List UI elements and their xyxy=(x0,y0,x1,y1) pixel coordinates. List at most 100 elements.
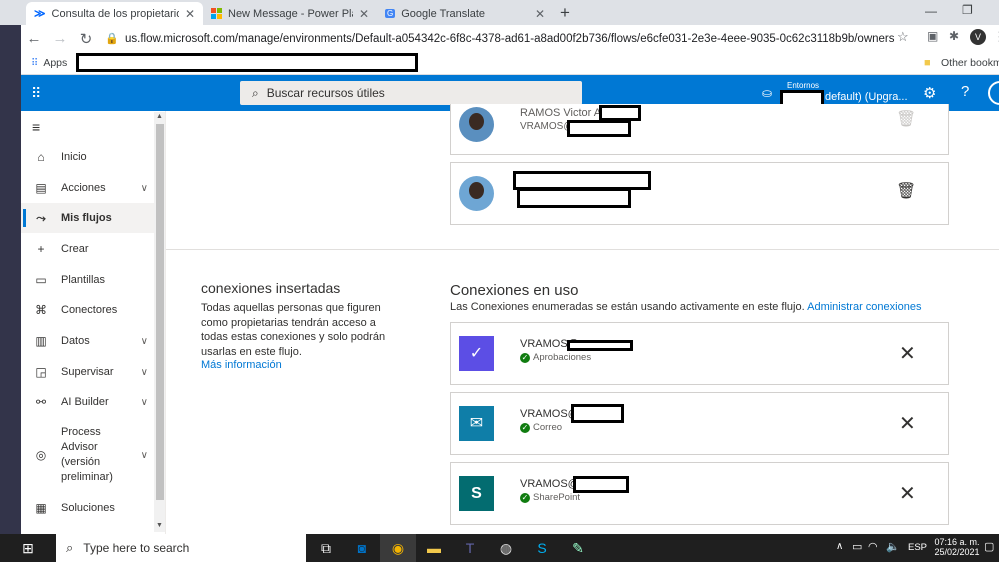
remove-connection-button[interactable]: ✕ xyxy=(899,481,916,506)
arrow-right-icon: → xyxy=(52,30,68,47)
chevron-down-icon: ∨ xyxy=(140,449,148,461)
search-input[interactable]: ⌕ Buscar recursos útiles xyxy=(240,81,582,105)
tab-new-message[interactable]: New Message - Power Platform C ✕ xyxy=(203,2,377,25)
nav-item-supervisar[interactable]: ◲ Supervisar ∨ xyxy=(21,357,154,387)
outlook-icon[interactable]: ◙ xyxy=(344,534,380,562)
close-icon[interactable]: ✕ xyxy=(359,7,369,21)
skype-icon[interactable]: S xyxy=(524,534,560,562)
nav-item-plantillas[interactable]: ▭ Plantillas xyxy=(21,265,154,295)
waffle-icon[interactable]: ⠿ xyxy=(31,85,41,102)
sidebar-scroll-thumb[interactable] xyxy=(156,124,164,500)
owner-name: RAMOS Victor A. xyxy=(520,107,605,119)
avatar xyxy=(459,176,494,211)
settings-icon[interactable]: ⚙ xyxy=(923,84,936,102)
apps-icon[interactable]: ⠿ xyxy=(31,58,38,69)
connection-status: ✓ Correo xyxy=(520,422,563,433)
browser-toolbar: ← → ↻ 🔒 us.flow.microsoft.com/manage/env… xyxy=(21,25,999,52)
avatar xyxy=(459,107,494,142)
help-icon[interactable]: ? xyxy=(961,83,969,100)
restore-icon[interactable]: ❐ xyxy=(962,3,973,17)
arrow-left-icon: ← xyxy=(26,30,42,47)
new-tab-button[interactable]: + xyxy=(560,3,570,23)
ai-icon: ⚯ xyxy=(35,395,47,409)
scroll-up-icon[interactable]: ▲ xyxy=(156,113,163,120)
connection-card: S VRAMOS@ ✓ SharePoint ✕ xyxy=(450,462,949,525)
pocket-icon[interactable]: ▣ xyxy=(927,29,938,43)
back-button[interactable]: ← xyxy=(21,27,47,51)
connection-account: VRAMOS@ xyxy=(520,478,579,490)
manage-connections-link[interactable]: Administrar conexiones xyxy=(807,301,921,313)
extensions-icon[interactable]: ✱ xyxy=(949,29,959,43)
profile-avatar[interactable]: V xyxy=(970,29,986,45)
remove-connection-button[interactable]: ✕ xyxy=(899,411,916,436)
other-bookmarks[interactable]: Other bookmarks xyxy=(941,57,999,69)
reload-icon: ↻ xyxy=(79,30,93,48)
address-bar[interactable]: us.flow.microsoft.com/manage/environment… xyxy=(125,28,895,50)
menu-icon[interactable]: ⋮ xyxy=(993,29,999,45)
notifications-icon[interactable]: ▢ xyxy=(984,540,994,553)
trash-icon[interactable]: 🗑 xyxy=(896,181,916,201)
tab-flow-owners[interactable]: ≫ Consulta de los propietarios del ✕ xyxy=(26,2,203,25)
chevron-down-icon: ∨ xyxy=(140,182,148,194)
embedded-title: conexiones insertadas xyxy=(201,280,341,296)
forward-button[interactable]: → xyxy=(47,27,73,51)
windows-taskbar: ⊞ ⌕ Type here to search ⧉ ◙ ◉ ▬ T ◍ S ✎ … xyxy=(0,534,999,562)
language-indicator[interactable]: ESP xyxy=(908,542,927,553)
owner-email: VRAMOS@ xyxy=(520,121,574,132)
app-icon[interactable]: ◍ xyxy=(488,534,524,562)
hamburger-icon[interactable]: ≡ xyxy=(32,119,40,135)
taskbar-search-placeholder: Type here to search xyxy=(83,541,190,555)
solutions-icon: ▦ xyxy=(35,501,47,515)
left-nav: ≡ ⌂ Inicio ▤ Acciones ∨ ⤳ Mis flujos + Crear … xyxy=(21,111,166,534)
nav-item-crear[interactable]: + Crear xyxy=(21,234,154,264)
close-icon: ✕ xyxy=(899,343,916,365)
folder-icon: ■ xyxy=(924,57,931,69)
minimize-icon[interactable]: — xyxy=(925,4,937,18)
scroll-down-icon[interactable]: ▼ xyxy=(156,522,163,529)
nav-item-conectores[interactable]: ⌘ Conectores xyxy=(21,295,154,325)
volume-icon[interactable]: 🔈 xyxy=(886,540,900,553)
nav-item-ai-builder[interactable]: ⚯ AI Builder ∨ xyxy=(21,387,154,417)
bookmarks-bar: ⠿ Apps ■ Other bookmarks xyxy=(21,52,999,75)
clock[interactable]: 07:16 a. m. 25/02/2021 xyxy=(934,537,980,557)
teams-icon[interactable]: T xyxy=(452,534,488,562)
redacted-account xyxy=(567,340,633,351)
close-icon[interactable]: ✕ xyxy=(535,7,545,21)
nav-item-acciones[interactable]: ▤ Acciones ∨ xyxy=(21,173,154,203)
connections-subtitle: Las Conexiones enumeradas se están usand… xyxy=(450,301,922,313)
nav-item-inicio[interactable]: ⌂ Inicio xyxy=(21,142,154,172)
connection-status: ✓ Aprobaciones xyxy=(520,352,592,363)
tray-chevron-up-icon[interactable]: ∧ xyxy=(836,541,843,552)
mail-icon: ✉ xyxy=(459,406,494,441)
apps-bookmark[interactable]: Apps xyxy=(43,57,67,69)
trash-icon[interactable]: 🗑 xyxy=(896,109,916,129)
more-info-link[interactable]: Más información xyxy=(201,359,282,371)
nav-item-datos[interactable]: ▥ Datos ∨ xyxy=(21,326,154,356)
reload-button[interactable]: ↻ xyxy=(73,27,99,51)
close-icon: ✕ xyxy=(899,483,916,505)
network-icon[interactable]: ▭ xyxy=(852,540,862,553)
redacted-owner-name xyxy=(599,105,641,121)
chart-icon: ◲ xyxy=(35,365,47,379)
taskbar-search-input[interactable]: ⌕ Type here to search xyxy=(56,534,306,562)
app-icon[interactable]: ✎ xyxy=(560,534,596,562)
tab-title: Consulta de los propietarios del xyxy=(51,7,179,20)
nav-item-mis-flujos[interactable]: ⤳ Mis flujos xyxy=(21,203,154,233)
redacted-bookmarks xyxy=(76,53,418,72)
tab-google-translate[interactable]: G Google Translate ✕ xyxy=(377,2,553,25)
wifi-icon[interactable]: ◠ xyxy=(868,540,878,553)
file-explorer-icon[interactable]: ▬ xyxy=(416,534,452,562)
environment-selector[interactable]: default) (Upgra... xyxy=(825,91,908,103)
search-icon: ⌕ xyxy=(66,540,74,555)
teams-sidebar-strip xyxy=(0,0,21,534)
nav-item-process-advisor[interactable]: ◎ Process Advisor (versión preliminar) ∨ xyxy=(21,425,154,485)
close-icon[interactable]: ✕ xyxy=(185,7,195,21)
chrome-icon[interactable]: ◉ xyxy=(380,534,416,562)
star-icon[interactable]: ☆ xyxy=(897,29,909,45)
task-view-icon[interactable]: ⧉ xyxy=(308,534,344,562)
windows-start-icon[interactable]: ⊞ xyxy=(10,534,46,562)
redacted-owner-email xyxy=(517,188,631,208)
nav-item-soluciones[interactable]: ▦ Soluciones xyxy=(21,493,154,523)
account-avatar[interactable] xyxy=(988,81,999,105)
remove-connection-button[interactable]: ✕ xyxy=(899,341,916,366)
